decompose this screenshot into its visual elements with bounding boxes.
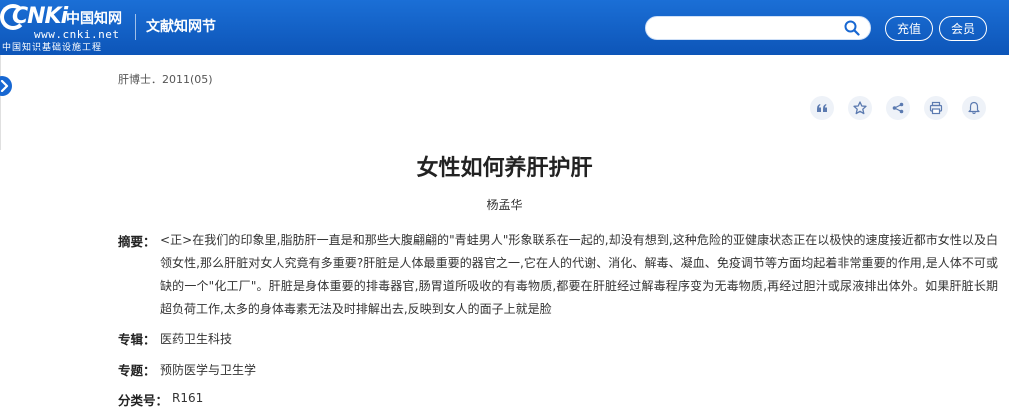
star-icon xyxy=(853,101,867,115)
article-actions xyxy=(810,96,986,120)
abstract-label: 摘要： xyxy=(118,234,156,249)
member-button[interactable]: 会员 xyxy=(939,16,987,41)
author-link[interactable]: 杨孟华 xyxy=(0,196,1009,213)
left-panel-edge xyxy=(0,55,1,150)
quote-icon xyxy=(817,104,827,112)
search-input[interactable] xyxy=(656,19,836,37)
subscribe-button[interactable] xyxy=(962,96,986,120)
logo-brand-cn: 中国知网 xyxy=(66,11,122,27)
header-divider xyxy=(135,14,136,40)
share-button[interactable] xyxy=(886,96,910,120)
search-icon[interactable] xyxy=(844,20,860,36)
album-value: 医药卫生科技 xyxy=(160,332,233,346)
article-title: 女性如何养肝护肝 xyxy=(416,156,593,181)
print-button[interactable] xyxy=(924,96,948,120)
topic-label: 专题： xyxy=(118,363,156,378)
search-box xyxy=(645,16,871,40)
topic-value: 预防医学与卫生学 xyxy=(160,363,257,377)
logo-brand: CNKi xyxy=(12,4,68,29)
bell-icon xyxy=(968,101,980,115)
classification-label: 分类号： xyxy=(118,393,169,408)
recharge-button[interactable]: 充值 xyxy=(885,16,933,41)
print-icon xyxy=(929,101,943,115)
favorite-button[interactable] xyxy=(848,96,872,120)
logo-subtitle: 中国知识基础设施工程 xyxy=(2,43,103,53)
album-label: 专辑： xyxy=(118,332,156,347)
cnki-logo[interactable]: CNKi 中国知网 www.cnki.net 中国知识基础设施工程 xyxy=(0,4,128,53)
chevron-right-icon xyxy=(0,80,9,92)
section-title[interactable]: 文献知网节 xyxy=(146,16,216,36)
share-icon xyxy=(892,102,904,114)
classification-value: R161 xyxy=(172,391,204,405)
top-header: CNKi 中国知网 www.cnki.net 中国知识基础设施工程 文献知网节 … xyxy=(0,0,1009,55)
abstract-text: <正>在我们的印象里,脂肪肝一直是和那些大腹翩翩的"青蛙男人"形象联系在一起的,… xyxy=(160,233,998,316)
expand-sidebar-button[interactable] xyxy=(0,76,12,96)
journal-source-link[interactable]: 肝博士．2011(05) xyxy=(118,71,213,87)
cite-button[interactable] xyxy=(810,96,834,120)
